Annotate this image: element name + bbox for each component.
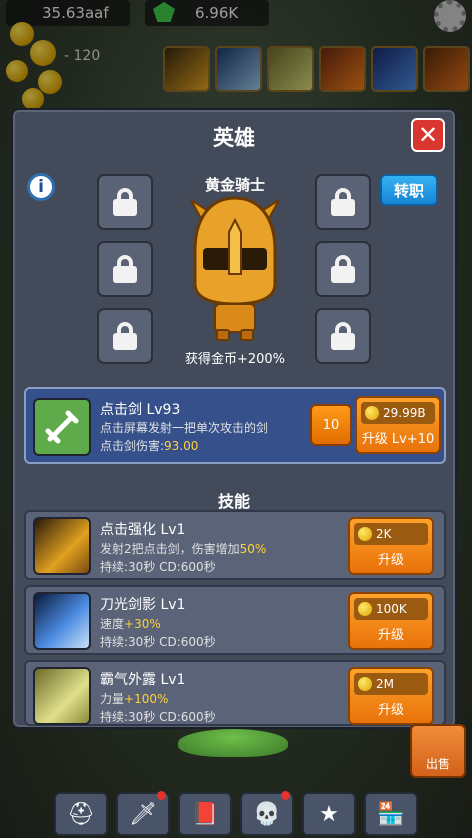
hero-platform	[178, 729, 288, 757]
golden-helmet-skill-icon	[33, 517, 91, 575]
skill-desc-text: 发射2把点击剑，伤害增加	[100, 542, 240, 556]
weapon-stat-value: 93.00	[164, 439, 199, 453]
upgrade-label: 升级	[377, 703, 404, 718]
hero-bonus: 获得金币+200%	[184, 352, 286, 367]
sell-label: 出售	[425, 757, 450, 771]
info-icon[interactable]: i	[27, 173, 55, 201]
locked-slot[interactable]	[315, 308, 371, 364]
price-value: 29.99B	[383, 406, 426, 420]
skill-title: 刀光剑影 Lv1	[100, 597, 186, 613]
spellbook-icon[interactable]: 📕	[178, 792, 232, 836]
locked-slot[interactable]	[97, 241, 153, 297]
lock-icon	[113, 322, 137, 350]
level-increment-badge[interactable]: 10	[310, 404, 352, 446]
skill-stat: 持续:30秒 CD:600秒	[100, 710, 216, 724]
bottom-nav: ⛑ 🗡 📕 💀 ★ 🏪	[0, 790, 472, 838]
lock-icon	[331, 255, 355, 283]
locked-slot[interactable]	[315, 174, 371, 230]
locked-slot[interactable]	[315, 241, 371, 297]
weapon-row: 点击剑 Lv93 点击屏幕发射一把单次攻击的剑 点击剑伤害:93.00 10 2…	[24, 387, 446, 464]
weapon-description: 点击屏幕发射一把单次攻击的剑	[100, 421, 269, 435]
helmet-icon[interactable]: ⛑	[54, 792, 108, 836]
skill-stat: 持续:30秒 CD:600秒	[100, 635, 216, 649]
upgrade-price: 2M	[354, 673, 428, 695]
weapon-stat-label: 点击剑伤害:	[100, 439, 165, 453]
upgrade-label: 升级 Lv+10	[361, 432, 435, 447]
price-value: 2M	[376, 677, 394, 691]
coin-icon	[365, 406, 379, 420]
close-button[interactable]: ✕	[411, 118, 445, 152]
hero-modal: 英雄 ✕ i 黄金骑士 获得金币+200% 转职 点击剑 Lv93 点击屏幕发射…	[11, 108, 457, 729]
coin-icon	[358, 677, 372, 691]
shop-icon[interactable]: 🏪	[364, 792, 418, 836]
power-skill-icon	[33, 667, 91, 725]
upgrade-price: 29.99B	[361, 402, 435, 424]
weapon-stat: 点击剑伤害:93.00	[100, 437, 198, 454]
skill-title: 点击强化 Lv1	[100, 522, 186, 538]
lock-icon	[331, 188, 355, 216]
skill-upgrade-button[interactable]: 100K 升级	[348, 592, 434, 650]
sword-icon[interactable]: 🗡	[116, 791, 170, 836]
sell-button[interactable]: 出售	[410, 724, 466, 778]
skill-stat: 持续:30秒 CD:600秒	[100, 560, 216, 574]
upgrade-price: 2K	[354, 523, 428, 545]
lock-icon	[113, 188, 137, 216]
close-icon: ✕	[417, 121, 439, 149]
skill-desc-value: +100%	[124, 692, 169, 706]
weapon-upgrade-button[interactable]: 29.99B 升级 Lv+10	[355, 396, 441, 454]
price-value: 100K	[376, 602, 407, 616]
crowned-skull-icon[interactable]: 💀	[240, 791, 294, 836]
blade-skill-icon	[33, 592, 91, 650]
lock-icon	[331, 322, 355, 350]
locked-slot[interactable]	[97, 174, 153, 230]
skill-desc-value: +30%	[124, 617, 161, 631]
star-icon[interactable]: ★	[302, 792, 356, 836]
upgrade-label: 升级	[377, 628, 404, 643]
transfer-class-button[interactable]: 转职	[380, 174, 438, 206]
upgrade-label: 升级	[377, 553, 404, 568]
skill-upgrade-button[interactable]: 2M 升级	[348, 667, 434, 725]
skill-upgrade-button[interactable]: 2K 升级	[348, 517, 434, 575]
coin-icon	[358, 527, 372, 541]
skill-description: 速度+30%	[100, 615, 161, 632]
skill-description: 发射2把点击剑，伤害增加50%	[100, 540, 266, 557]
golden-knight-portrait	[190, 196, 280, 341]
sword-icon	[33, 398, 91, 456]
locked-slot[interactable]	[97, 308, 153, 364]
lock-icon	[113, 255, 137, 283]
skill-desc-text: 速度	[100, 617, 125, 631]
skill-description: 力量+100%	[100, 690, 168, 707]
skills-header: 技能	[217, 492, 250, 511]
skill-row: 点击强化 Lv1 发射2把点击剑，伤害增加50% 持续:30秒 CD:600秒 …	[24, 510, 446, 580]
skill-row: 刀光剑影 Lv1 速度+30% 持续:30秒 CD:600秒 100K 升级	[24, 585, 446, 655]
weapon-title: 点击剑 Lv93	[100, 402, 181, 418]
skill-desc-text: 力量	[100, 692, 125, 706]
modal-title: 英雄	[213, 126, 255, 150]
coin-icon	[358, 602, 372, 616]
skill-desc-value: 50%	[239, 542, 267, 556]
upgrade-price: 100K	[354, 598, 428, 620]
skill-row: 霸气外露 Lv1 力量+100% 持续:30秒 CD:600秒 2M 升级	[24, 660, 446, 726]
price-value: 2K	[376, 527, 392, 541]
skill-title: 霸气外露 Lv1	[100, 672, 186, 688]
